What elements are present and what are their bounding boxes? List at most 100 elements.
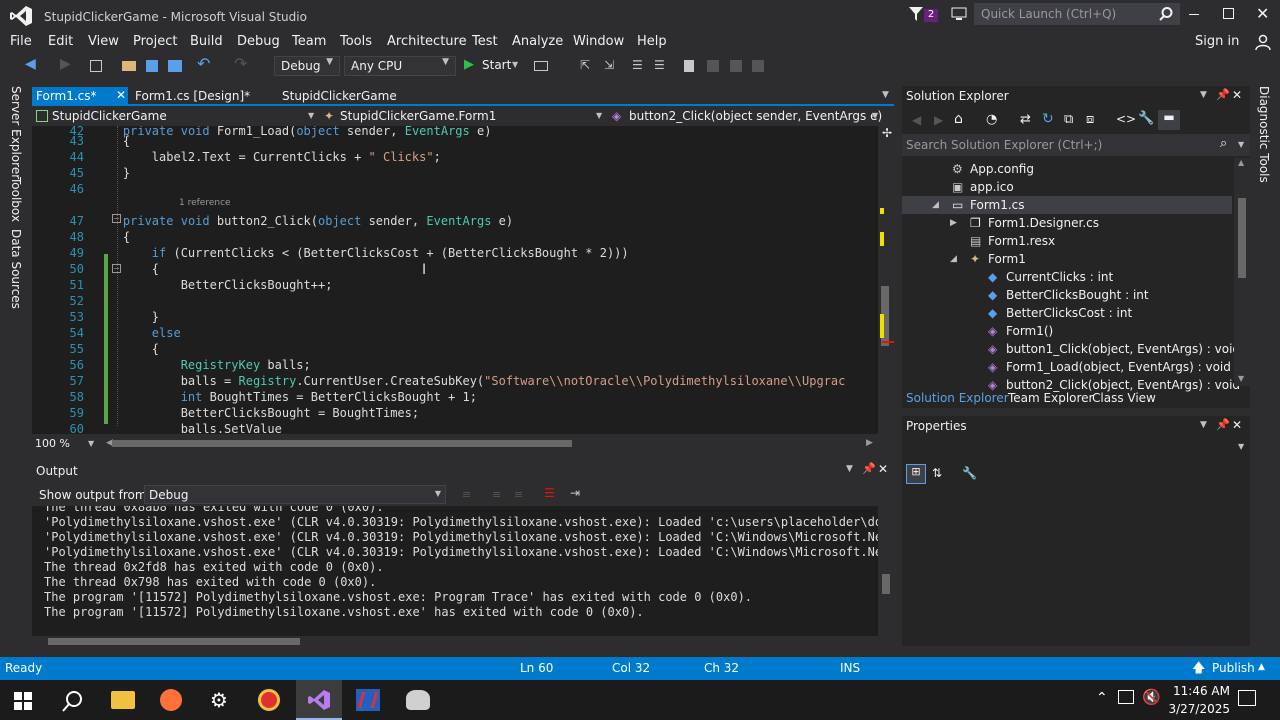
status-insert-mode[interactable]: INS xyxy=(840,661,860,675)
filter-icon[interactable] xyxy=(909,7,923,21)
menu-window[interactable]: Window xyxy=(573,34,624,49)
start-icon[interactable]: ▶ xyxy=(464,57,474,72)
tab-form1-design[interactable]: Form1.cs [Design]* xyxy=(131,87,254,106)
split-icon[interactable]: ✢ xyxy=(882,126,892,140)
show-hidden-icons[interactable]: ⌃ xyxy=(1096,690,1108,706)
tree-item-label[interactable]: Form1.Designer.cs xyxy=(988,216,1099,230)
quick-launch-input[interactable]: Quick Launch (Ctrl+Q) xyxy=(981,7,1116,21)
tree-item-label[interactable]: App.config xyxy=(970,162,1034,176)
network-icon[interactable] xyxy=(1118,690,1134,704)
start-button[interactable]: Start xyxy=(482,58,511,72)
close-panel-icon[interactable]: ✕ xyxy=(1232,88,1242,102)
publish-arrow-icon[interactable]: 🡅 xyxy=(1192,659,1205,681)
close-button[interactable]: ✕ xyxy=(1256,4,1269,23)
tree-item-label[interactable]: app.ico xyxy=(970,180,1014,194)
scroll-up-icon[interactable]: ▲ xyxy=(1238,158,1244,167)
visual-studio-taskbar-button[interactable] xyxy=(296,680,342,720)
minimize-button[interactable] xyxy=(1189,14,1199,15)
tree-item-label[interactable]: Form1() xyxy=(1006,324,1053,338)
clock-time[interactable]: 11:46 AM xyxy=(1170,684,1230,698)
code-line[interactable]: { xyxy=(94,342,159,356)
clear-bookmarks-icon[interactable] xyxy=(752,60,764,72)
chevron-down-icon[interactable]: ▼ xyxy=(596,111,602,120)
chevron-down-icon[interactable]: ▼ xyxy=(88,439,94,448)
tab-solution-explorer[interactable]: Solution Explorer xyxy=(906,391,1009,405)
uncomment-icon[interactable]: ☰ xyxy=(654,58,670,74)
code-line[interactable]: label2.Text = CurrentClicks + " Clicks"; xyxy=(94,150,441,164)
tree-item-label[interactable]: button1_Click(object, EventArgs) : void xyxy=(1006,342,1240,356)
chevron-down-icon[interactable]: ▼ xyxy=(1238,140,1244,149)
account-icon[interactable] xyxy=(1255,34,1271,50)
search-icon[interactable]: ⌕ xyxy=(1220,136,1227,151)
nav-class-dropdown[interactable]: StupidClickerGame.Form1 xyxy=(340,109,496,123)
zoom-level[interactable]: 100 % xyxy=(35,437,70,450)
restore-button[interactable] xyxy=(1223,8,1234,19)
output-text-area[interactable]: The thread 0x8ab8 has exited with code 0… xyxy=(32,506,878,636)
solution-search-box[interactable]: Search Solution Explorer (Ctrl+;) ⌕ ▼ xyxy=(902,134,1250,156)
code-line[interactable]: } xyxy=(94,166,130,180)
next-bookmark-icon[interactable] xyxy=(730,60,742,72)
tab-overflow-icon[interactable]: ▼ xyxy=(882,90,889,100)
nav-project-dropdown[interactable]: StupidClickerGame xyxy=(52,109,167,123)
menu-view[interactable]: View xyxy=(88,34,119,49)
tree-vertical-scrollbar[interactable]: ▲ ▼ xyxy=(1234,158,1250,386)
diagnostic-tools-tab[interactable]: Diagnostic Tools xyxy=(1257,86,1271,183)
volume-muted-icon[interactable]: 🔇 xyxy=(1142,688,1161,706)
tab-project[interactable]: StupidClickerGame xyxy=(278,87,401,106)
menu-file[interactable]: File xyxy=(10,34,32,49)
search-icon[interactable] xyxy=(1159,7,1173,21)
save-icon[interactable] xyxy=(146,60,158,72)
scrollbar-thumb[interactable] xyxy=(882,574,890,594)
nav-member-dropdown[interactable]: button2_Click(object sender, EventArgs e… xyxy=(629,109,882,123)
tab-team-explorer[interactable]: Team Explorer xyxy=(1008,391,1094,405)
menu-build[interactable]: Build xyxy=(190,34,223,49)
data-sources-tab[interactable]: Data Sources xyxy=(9,229,23,309)
code-line[interactable]: balls.SetValue_ xyxy=(94,422,289,434)
toolbox-tab[interactable]: Toolbox xyxy=(9,177,23,222)
publish-button[interactable]: Publish xyxy=(1212,661,1255,675)
alphabetical-icon[interactable]: ⇅ xyxy=(932,466,942,480)
property-pages-icon[interactable]: 🔧 xyxy=(962,466,977,480)
tree-item-label[interactable]: CurrentClicks : int xyxy=(1006,270,1113,284)
quick-launch-box[interactable]: Quick Launch (Ctrl+Q) xyxy=(974,3,1180,25)
properties-object-selector[interactable]: ▼ xyxy=(902,438,1250,452)
start-dropdown-arrow[interactable]: ▼ xyxy=(512,60,518,69)
code-line[interactable]: { xyxy=(94,230,130,244)
clear-all-icon[interactable]: ☰ xyxy=(544,486,555,500)
publish-up-icon[interactable]: ▲ xyxy=(1258,662,1265,672)
close-panel-icon[interactable]: ✕ xyxy=(1232,418,1242,432)
undo-icon[interactable]: ↶ xyxy=(197,54,213,73)
scrollbar-thumb[interactable] xyxy=(1238,198,1246,278)
next-message-icon[interactable]: ≡ xyxy=(514,488,523,501)
expand-down-icon[interactable]: ◢ xyxy=(950,254,957,264)
code-line[interactable]: { xyxy=(94,134,130,148)
find-message-icon[interactable]: ≡ xyxy=(462,488,471,501)
menu-debug[interactable]: Debug xyxy=(237,34,280,49)
refresh-icon[interactable]: ↻ xyxy=(1042,111,1054,127)
output-horizontal-scrollbar[interactable] xyxy=(32,636,894,648)
show-all-files-icon[interactable]: ⧈ xyxy=(1086,112,1094,127)
menu-tools[interactable]: Tools xyxy=(340,34,372,49)
step-icon[interactable]: ⇱ xyxy=(580,58,596,74)
gimp-icon[interactable] xyxy=(406,690,430,710)
feedback-icon[interactable] xyxy=(951,7,967,21)
redo-icon[interactable]: ↷ xyxy=(234,54,250,73)
editor-vertical-scrollbar[interactable]: ✢ xyxy=(878,126,894,434)
prev-message-icon[interactable]: ≡ xyxy=(492,488,501,501)
menu-architecture[interactable]: Architecture xyxy=(387,34,467,49)
config-dropdown[interactable]: Debug ▼ xyxy=(274,56,340,76)
word-wrap-icon[interactable]: ⇥ xyxy=(570,486,580,500)
prev-bookmark-icon[interactable] xyxy=(707,60,719,72)
close-tab-icon[interactable]: ✕ xyxy=(116,88,126,102)
codelens-reference[interactable]: 1 reference xyxy=(179,198,231,208)
tab-form1-cs[interactable]: Form1.cs* ✕ xyxy=(32,87,128,106)
menu-edit[interactable]: Edit xyxy=(48,34,73,49)
properties-wrench-icon[interactable]: 🔧 xyxy=(1138,111,1154,126)
horizontal-scrollbar-thumb[interactable] xyxy=(112,440,572,447)
scrollbar-thumb[interactable] xyxy=(48,638,300,645)
code-line[interactable]: } xyxy=(94,310,159,324)
home-icon[interactable]: ⌂ xyxy=(954,111,963,127)
menu-help[interactable]: Help xyxy=(637,34,667,49)
back-icon[interactable]: ◀ xyxy=(912,113,921,127)
file-explorer-icon[interactable] xyxy=(111,691,135,709)
